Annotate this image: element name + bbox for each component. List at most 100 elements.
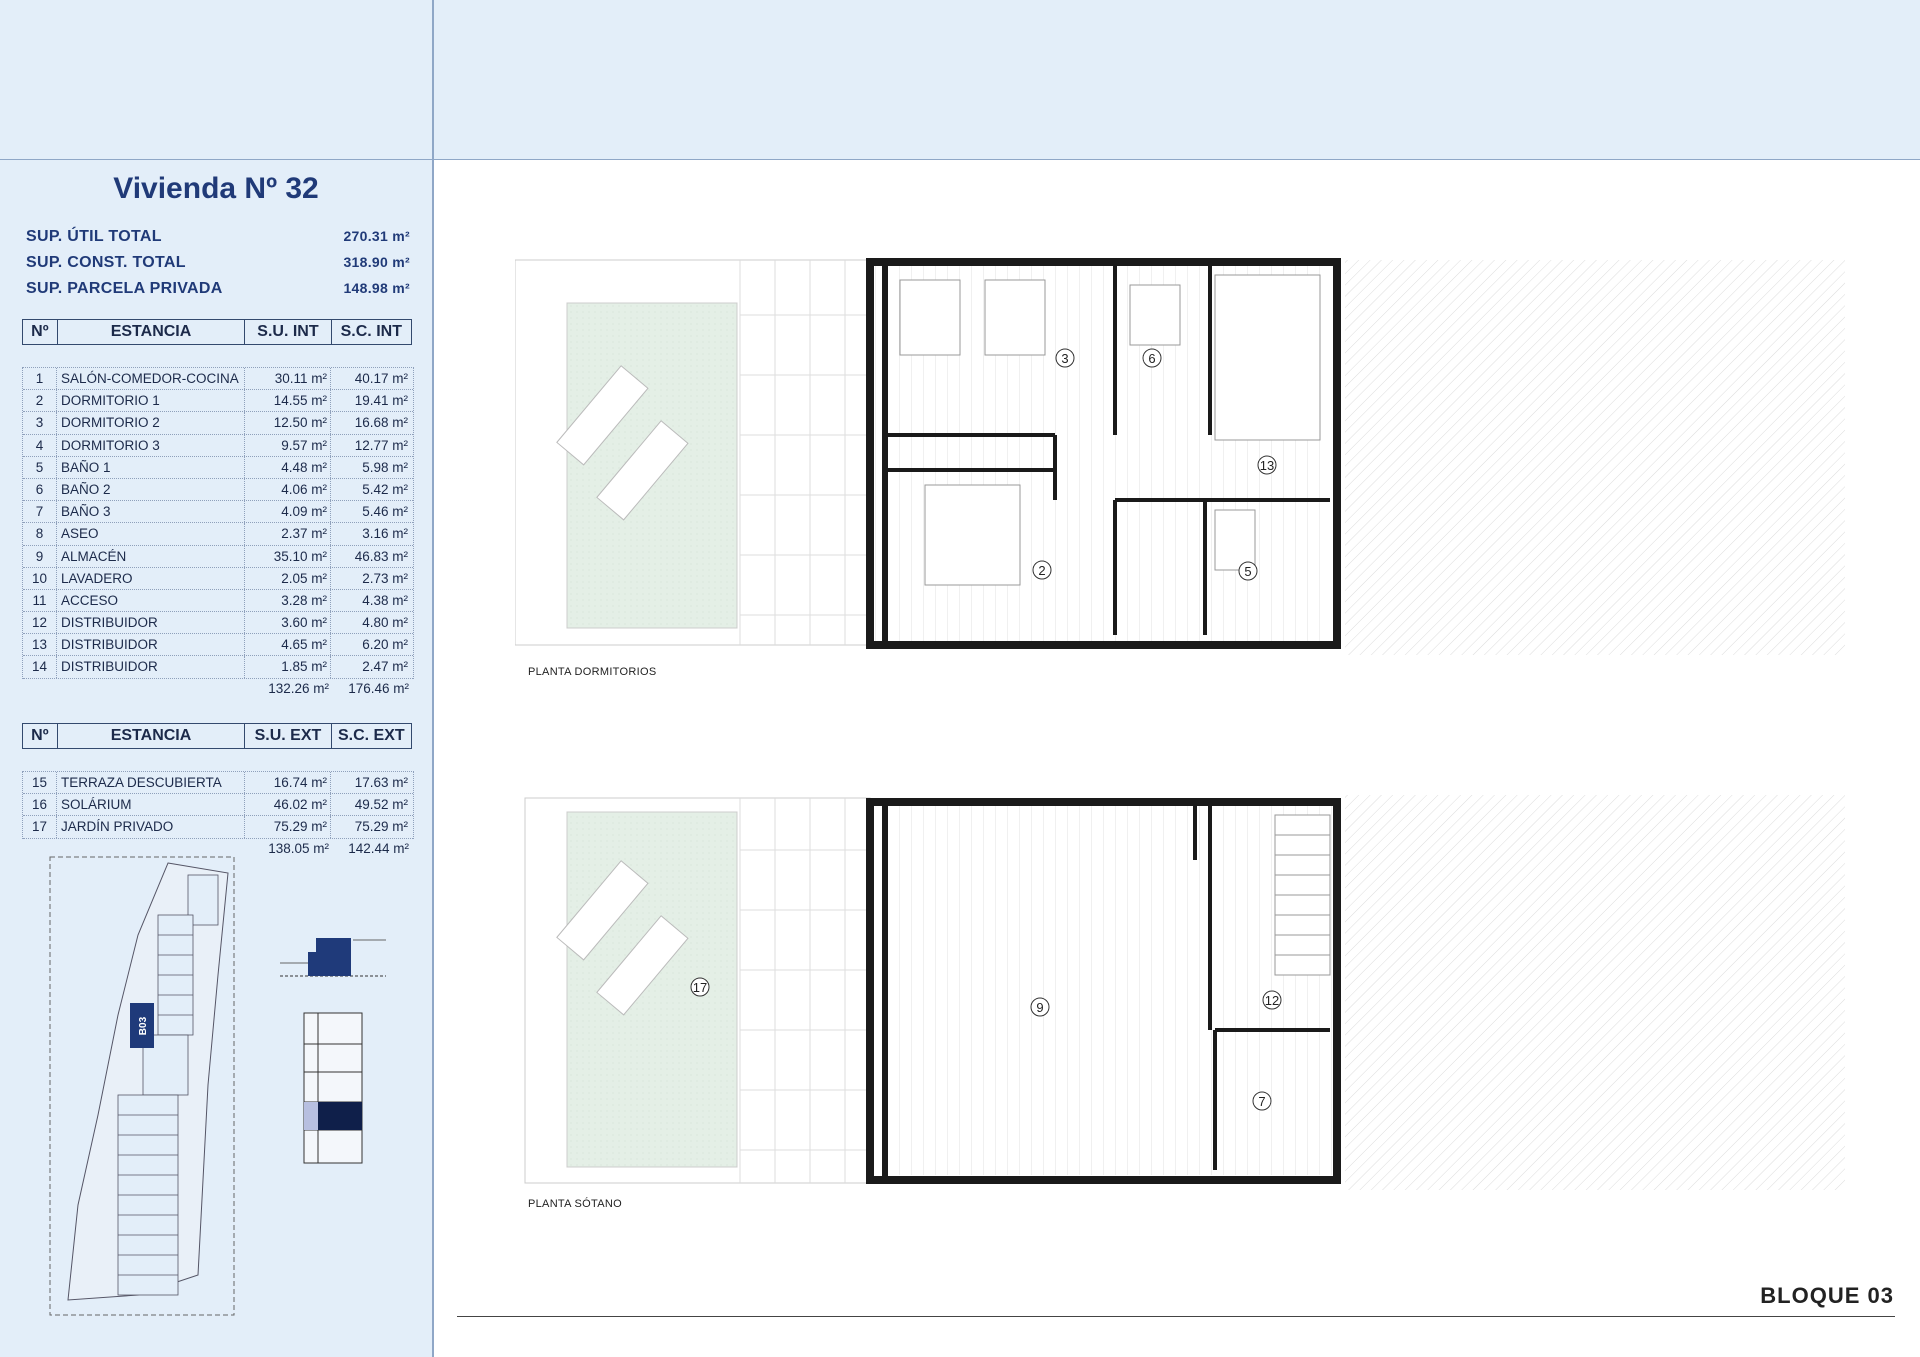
summary-plot-area: SUP. PARCELA PRIVADA 148.98 m² xyxy=(26,280,410,298)
plan-label-lower: PLANTA SÓTANO xyxy=(528,1198,622,1210)
room-name: DORMITORIO 3 xyxy=(57,434,245,456)
room-name: DORMITORIO 2 xyxy=(57,412,245,434)
useful-area: 4.65 m² xyxy=(245,634,331,656)
room-name: BAÑO 1 xyxy=(57,456,245,478)
plan-label-upper: PLANTA DORMITORIOS xyxy=(528,666,657,678)
table-row: 13 DISTRIBUIDOR 4.65 m² 6.20 m² xyxy=(23,634,413,657)
room-name: ACCESO xyxy=(57,589,245,612)
summary-built-area: SUP. CONST. TOTAL 318.90 m² xyxy=(26,254,410,272)
table-row: 10 LAVADERO 2.05 m² 2.73 m² xyxy=(23,567,413,590)
footer-divider xyxy=(457,1316,1895,1317)
table-row: 6 BAÑO 2 4.06 m² 5.42 m² xyxy=(23,478,413,502)
room-name: BAÑO 3 xyxy=(57,501,245,523)
stairs xyxy=(1274,814,1331,976)
table-row: 11 ACCESO 3.28 m² 4.38 m² xyxy=(23,589,413,613)
built-area: 6.20 m² xyxy=(362,637,408,653)
useful-area: 2.37 m² xyxy=(245,523,331,545)
useful-area: 30.11 m² xyxy=(245,368,331,390)
section-key-icon xyxy=(280,938,386,977)
exterior-table-body: 15 TERRAZA DESCUBIERTA 16.74 m² 17.63 m² 16 S… xyxy=(22,771,414,839)
room-number: 15 xyxy=(23,772,57,794)
room-name: JARDÍN PRIVADO xyxy=(57,816,245,838)
useful-area: 3.28 m² xyxy=(245,589,331,612)
total-built: 176.46 m² xyxy=(348,681,409,696)
room-number: 5 xyxy=(1244,564,1251,579)
built-area: 49.52 m² xyxy=(354,797,408,813)
built-area: 16.68 m² xyxy=(354,415,408,431)
room-number: 5 xyxy=(23,456,57,478)
room-number: 12 xyxy=(1265,993,1279,1008)
room-name: ALMACÉN xyxy=(57,545,245,567)
table-row: 4 DORMITORIO 3 9.57 m² 12.77 m² xyxy=(23,434,413,457)
site-plan: B03 xyxy=(49,856,235,1316)
useful-area: 16.74 m² xyxy=(245,772,331,794)
useful-area: 4.48 m² xyxy=(245,456,331,478)
built-area: 5.42 m² xyxy=(362,481,408,497)
exterior-table-header: Nº ESTANCIA S.U. EXT S.C. EXT xyxy=(22,723,412,749)
room-number: 16 xyxy=(23,794,57,816)
room-number: 13 xyxy=(23,634,57,656)
built-area: 5.98 m² xyxy=(362,459,408,475)
room-number: 17 xyxy=(23,816,57,838)
summary-label: SUP. ÚTIL TOTAL xyxy=(26,228,162,245)
room-number: 2 xyxy=(1038,563,1045,578)
table-row: 17 JARDÍN PRIVADO 75.29 m² 75.29 m² xyxy=(23,816,413,839)
header-room: ESTANCIA xyxy=(58,724,246,748)
room-number: 6 xyxy=(1148,351,1155,366)
table-row: 12 DISTRIBUIDOR 3.60 m² 4.80 m² xyxy=(23,612,413,635)
room-name: DISTRIBUIDOR xyxy=(57,634,245,656)
room-name: SOLÁRIUM xyxy=(57,794,245,816)
useful-area: 2.05 m² xyxy=(245,567,331,589)
room-name: DORMITORIO 1 xyxy=(57,390,245,412)
built-area: 4.38 m² xyxy=(362,592,408,608)
table-row: 9 ALMACÉN 35.10 m² 46.83 m² xyxy=(23,545,413,568)
built-area: 17.63 m² xyxy=(354,775,408,790)
room-number: 14 xyxy=(23,656,57,678)
room-number: 8 xyxy=(23,523,57,545)
top-banner xyxy=(434,0,1920,160)
built-area: 5.46 m² xyxy=(362,504,408,520)
room-number: 3 xyxy=(23,412,57,434)
useful-area: 4.09 m² xyxy=(245,501,331,523)
built-area: 12.77 m² xyxy=(354,437,408,453)
summary-useful-area: SUP. ÚTIL TOTAL 270.31 m² xyxy=(26,228,410,246)
room-number: 3 xyxy=(1061,351,1068,366)
room-number: 13 xyxy=(1260,458,1274,473)
total-built: 142.44 m² xyxy=(348,841,409,856)
table-row: 15 TERRAZA DESCUBIERTA 16.74 m² 17.63 m² xyxy=(23,772,413,795)
table-row: 2 DORMITORIO 1 14.55 m² 19.41 m² xyxy=(23,390,413,413)
room-number: 11 xyxy=(23,589,57,612)
useful-area: 12.50 m² xyxy=(245,412,331,434)
total-useful: 132.26 m² xyxy=(268,681,329,696)
unit-title: Vivienda Nº 32 xyxy=(113,172,319,205)
garden-area xyxy=(566,811,738,1168)
total-useful: 138.05 m² xyxy=(268,841,329,856)
room-number: 10 xyxy=(23,567,57,589)
room-name: LAVADERO xyxy=(57,567,245,589)
room-name: TERRAZA DESCUBIERTA xyxy=(57,772,245,794)
room-name: DISTRIBUIDOR xyxy=(57,612,245,634)
table-row: 8 ASEO 2.37 m² 3.16 m² xyxy=(23,523,413,546)
sidebar-header-blank xyxy=(0,0,432,160)
built-area: 75.29 m² xyxy=(354,819,408,835)
room-number: 9 xyxy=(23,545,57,567)
header-useful: S.U. EXT xyxy=(245,724,332,748)
room-number: 17 xyxy=(693,980,707,995)
summary-label: SUP. PARCELA PRIVADA xyxy=(26,280,223,297)
built-area: 4.80 m² xyxy=(362,615,408,631)
neighbor-plot-hatch xyxy=(1345,795,1845,1190)
interior-table-body: 1 SALÓN-COMEDOR-COCINA 30.11 m² 40.17 m² 2 DO… xyxy=(22,367,414,679)
built-area: 19.41 m² xyxy=(354,393,408,409)
block-title: BLOQUE 03 xyxy=(1760,1283,1894,1308)
room-name: ASEO xyxy=(57,523,245,545)
header-useful: S.U. INT xyxy=(245,320,332,344)
built-area: 40.17 m² xyxy=(354,371,408,386)
interior-table-total: 132.26 m² 176.46 m² xyxy=(222,681,412,696)
room-number: 9 xyxy=(1036,1000,1043,1015)
table-row: 5 BAÑO 1 4.48 m² 5.98 m² xyxy=(23,456,413,479)
table-row: 3 DORMITORIO 2 12.50 m² 16.68 m² xyxy=(23,412,413,435)
useful-area: 14.55 m² xyxy=(245,390,331,412)
room-number: 1 xyxy=(23,368,57,390)
table-row: 1 SALÓN-COMEDOR-COCINA 30.11 m² 40.17 m² xyxy=(23,368,413,391)
useful-area: 9.57 m² xyxy=(245,434,331,456)
